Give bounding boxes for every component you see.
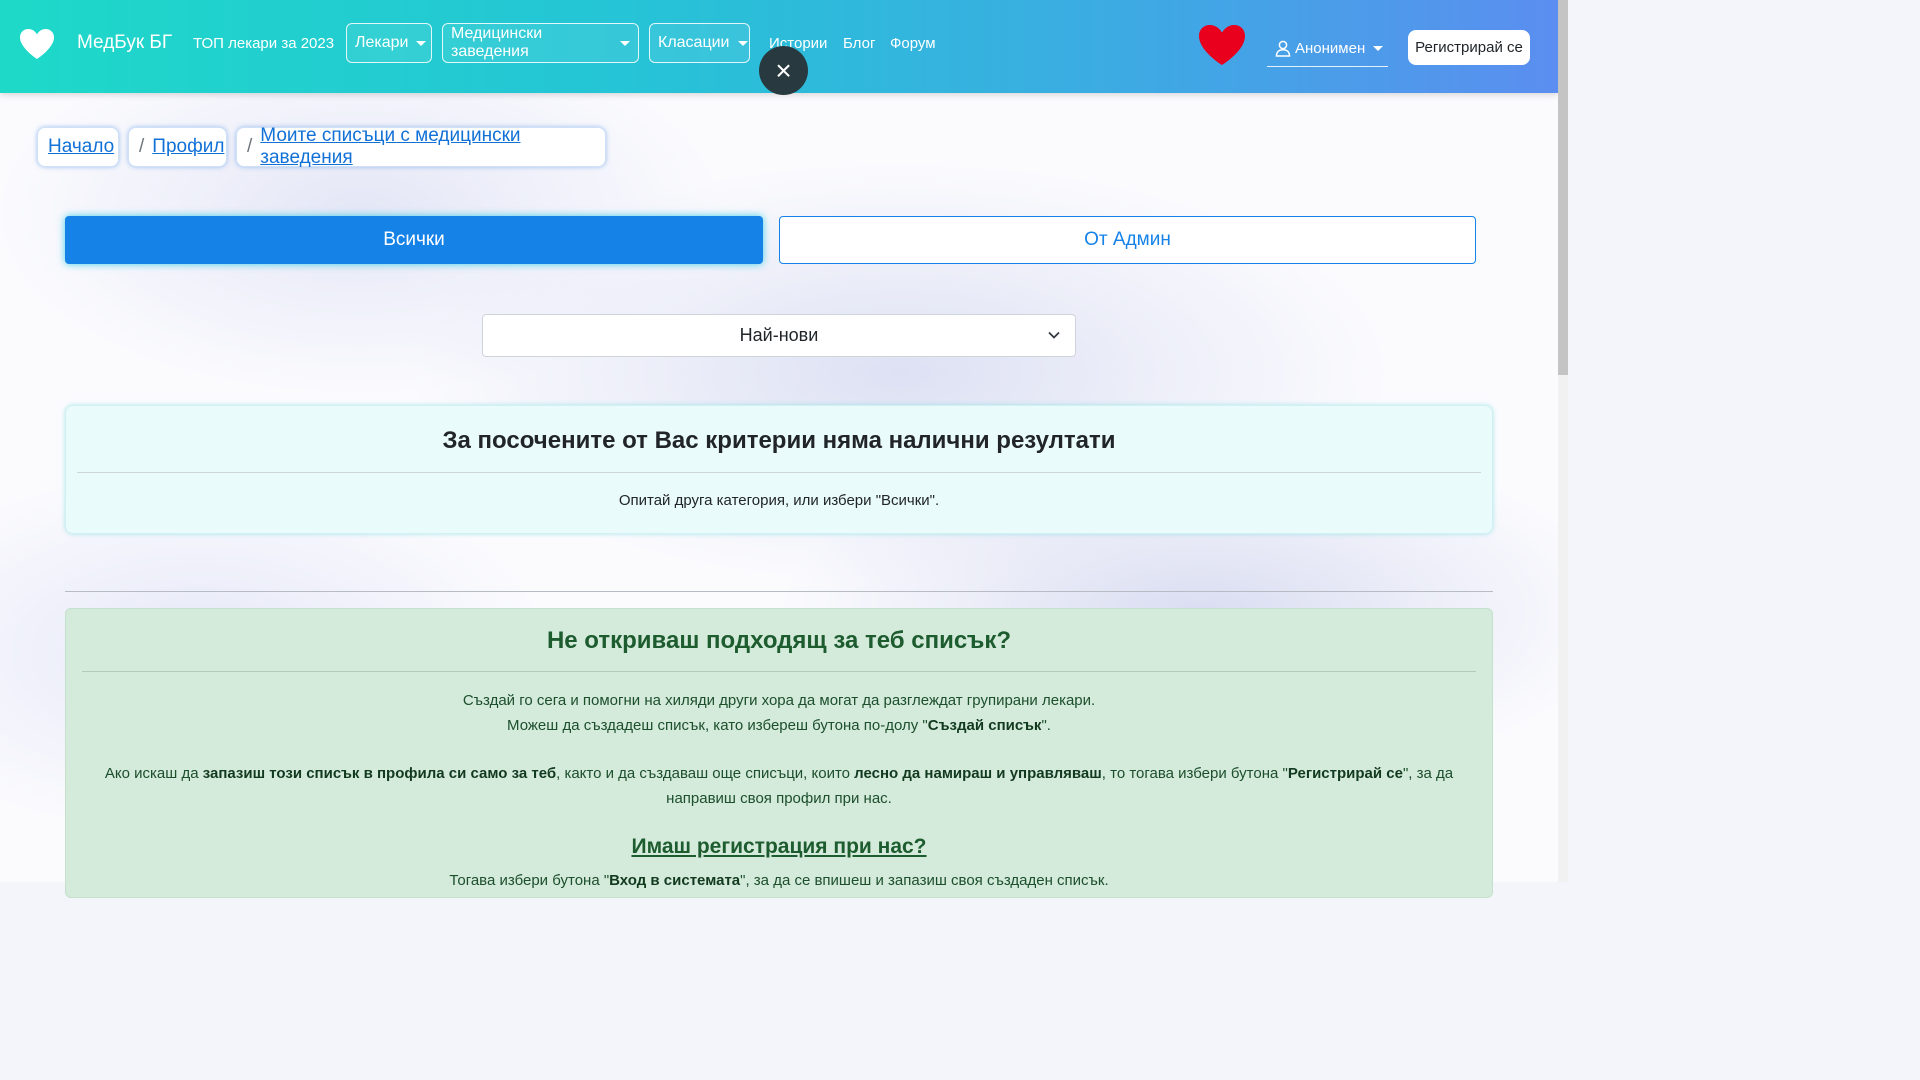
no-results-panel: За посочените от Вас критерии няма налич…: [65, 405, 1493, 534]
sort-select[interactable]: Най-нови: [482, 314, 1076, 357]
p2-a: Ако искаш да: [104, 765, 203, 782]
have-account-heading: Имаш регистрация при нас?: [631, 835, 927, 858]
nav-rankings-dropdown[interactable]: Класации: [649, 23, 750, 63]
chevron-down-icon: [1048, 331, 1060, 339]
breadcrumb-profile-link[interactable]: Профил: [152, 136, 224, 158]
divider: [77, 472, 1481, 473]
breadcrumb-lists-link[interactable]: Моите списъци с медицински заведения: [260, 125, 595, 169]
create-list-panel: Не откриваш подходящ за теб списък? Създ…: [65, 608, 1493, 898]
close-icon[interactable]: ×: [759, 46, 808, 95]
nav-doctors-dropdown[interactable]: Лекари: [346, 23, 432, 63]
breadcrumb-lists: / Моите списъци с медицински заведения: [236, 125, 606, 169]
nav-forum[interactable]: Форум: [890, 35, 936, 52]
caret-down-icon: [416, 40, 427, 46]
nav-institutions-dropdown[interactable]: Медицински заведения: [442, 23, 639, 63]
create-list-title: Не откриваш подходящ за теб списък?: [546, 627, 1012, 654]
caret-down-icon: [1373, 45, 1384, 51]
register-button[interactable]: Регистрирай се: [1408, 30, 1530, 65]
p3-a: Тогава избери бутона ": [449, 872, 610, 889]
caret-down-icon: [737, 40, 748, 46]
p3-b: Вход в системата: [609, 872, 741, 889]
user-name: Анонимен: [1295, 39, 1366, 57]
breadcrumb-profile: / Профил: [128, 127, 227, 167]
nav-rankings-label: Класации: [658, 34, 730, 51]
p2-b: запазиш този списък в профила си само за…: [202, 765, 557, 782]
nav-top-doctors[interactable]: ТОП лекари за 2023: [193, 35, 334, 52]
user-account-dropdown[interactable]: Анонимен: [1267, 30, 1388, 67]
breadcrumb-home-link[interactable]: Начало: [48, 136, 114, 158]
sort-selected-value: Най-нови: [739, 325, 819, 345]
no-results-title: За посочените от Вас критерии няма налич…: [442, 427, 1116, 454]
nav-doctors-label: Лекари: [355, 34, 409, 51]
create-list-intro: Създай го сега и помогни на хиляди други…: [82, 689, 1476, 738]
favorites-heart-icon[interactable]: [1196, 22, 1248, 68]
p2-f: Регистрирай се: [1287, 765, 1403, 782]
divider: [82, 671, 1476, 672]
tab-from-admin[interactable]: От Админ: [779, 216, 1476, 264]
intro-line-2-bold: Създай списък: [927, 716, 1042, 734]
intro-line-2-suffix: ".: [1041, 716, 1051, 734]
p3-c: ", за да се впишеш и запазиш своя създад…: [740, 872, 1109, 889]
register-paragraph: Ако искаш да запазиш този списък в профи…: [82, 762, 1476, 811]
intro-line-1: Създай го сега и помогни на хиляди други…: [462, 692, 1096, 709]
brand-heart-icon[interactable]: [18, 27, 56, 61]
section-divider: [65, 591, 1493, 592]
breadcrumb-home: Начало: [37, 127, 119, 167]
login-paragraph: Тогава избери бутона "Вход в системата",…: [82, 869, 1476, 894]
nav-blog[interactable]: Блог: [843, 35, 875, 52]
breadcrumb-separator: /: [247, 136, 253, 157]
caret-down-icon: [620, 40, 630, 46]
p2-e: , то тогава избери бутона ": [1101, 765, 1288, 782]
brand-name[interactable]: МедБук БГ: [77, 32, 172, 54]
user-icon: [1275, 40, 1291, 57]
intro-line-2-prefix: Можеш да създадеш списък, като избереш б…: [507, 716, 928, 734]
p2-c: , както и да създаваш още списъци, които: [556, 765, 855, 782]
no-results-message: Опитай друга категория, или избери "Всич…: [618, 492, 940, 509]
scrollbar-thumb[interactable]: [1558, 0, 1568, 375]
tab-all[interactable]: Всички: [65, 216, 763, 264]
breadcrumb-separator: /: [139, 136, 145, 157]
nav-institutions-label: Медицински заведения: [451, 25, 543, 60]
p2-d: лесно да намираш и управляваш: [854, 765, 1102, 782]
